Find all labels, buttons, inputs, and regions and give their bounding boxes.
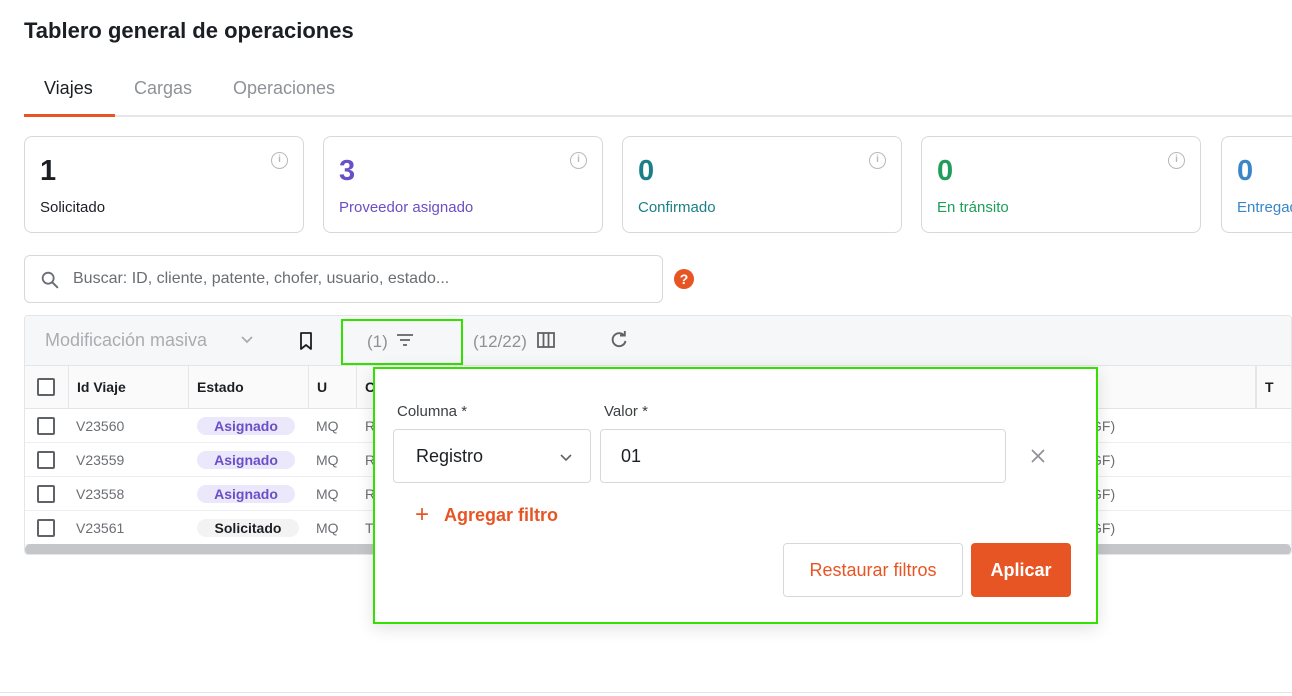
kpi-card-confirmado[interactable]: 0 Confirmado i bbox=[622, 136, 902, 233]
row-checkbox[interactable] bbox=[37, 451, 55, 469]
column-select[interactable]: Registro bbox=[393, 429, 591, 483]
active-tab-indicator bbox=[24, 114, 115, 117]
cell-u: MQ bbox=[316, 418, 339, 434]
filter-value-input[interactable] bbox=[600, 429, 1006, 483]
mass-edit-button[interactable]: Modificación masiva bbox=[45, 330, 207, 351]
reset-filters-button[interactable]: Restaurar filtros bbox=[783, 543, 963, 597]
row-checkbox[interactable] bbox=[37, 485, 55, 503]
kpi-value: 0 bbox=[638, 155, 655, 187]
columns-count[interactable]: (12/22) bbox=[473, 332, 527, 352]
kpi-label: En tránsito bbox=[937, 199, 1009, 216]
help-icon[interactable]: ? bbox=[674, 269, 694, 289]
cell-u: MQ bbox=[316, 486, 339, 502]
kpi-label: Solicitado bbox=[40, 199, 106, 216]
status-badge: Asignado bbox=[197, 417, 295, 435]
info-icon[interactable]: i bbox=[570, 152, 587, 169]
bookmark-icon[interactable] bbox=[297, 331, 315, 351]
plus-icon: + bbox=[415, 501, 430, 528]
kpi-label: Entregado bbox=[1237, 199, 1292, 216]
grid-toolbar: Modificación masiva (1) (12/22) bbox=[25, 316, 1291, 366]
column-header-estado[interactable]: Estado bbox=[189, 366, 309, 409]
kpi-label: Confirmado bbox=[638, 199, 716, 216]
filter-popover: Columna * Valor * Registro + Agregar fil… bbox=[373, 367, 1098, 624]
kpi-value: 1 bbox=[40, 155, 57, 187]
status-badge: Asignado bbox=[197, 485, 295, 503]
search-box bbox=[24, 255, 663, 303]
filter-count[interactable]: (1) bbox=[367, 332, 388, 352]
trip-id: V23559 bbox=[76, 452, 125, 468]
column-header-u[interactable]: U bbox=[309, 366, 357, 409]
columns-icon[interactable] bbox=[536, 331, 556, 349]
info-icon[interactable]: i bbox=[271, 152, 288, 169]
add-filter-label: Agregar filtro bbox=[444, 505, 559, 525]
kpi-value: 0 bbox=[937, 155, 954, 187]
page-title: Tablero general de operaciones bbox=[24, 18, 354, 43]
tab-cargas[interactable]: Cargas bbox=[134, 78, 192, 99]
chevron-down-icon[interactable] bbox=[239, 332, 255, 348]
select-all-checkbox[interactable] bbox=[37, 378, 55, 396]
kpi-label: Proveedor asignado bbox=[339, 199, 474, 216]
tab-operaciones[interactable]: Operaciones bbox=[233, 78, 335, 99]
divider bbox=[0, 692, 1292, 693]
column-select-value: Registro bbox=[416, 446, 484, 466]
status-badge: Solicitado bbox=[197, 519, 299, 537]
kpi-value: 0 bbox=[1237, 155, 1254, 187]
row-checkbox[interactable] bbox=[37, 519, 55, 537]
select-all-cell bbox=[25, 366, 69, 409]
status-badge: Asignado bbox=[197, 451, 295, 469]
row-checkbox[interactable] bbox=[37, 417, 55, 435]
kpi-card-en-transito[interactable]: 0 En tránsito i bbox=[921, 136, 1201, 233]
chevron-down-icon bbox=[560, 454, 572, 462]
column-label: Columna * bbox=[397, 403, 468, 420]
trip-id: V23560 bbox=[76, 418, 125, 434]
cell-u: MQ bbox=[316, 520, 339, 536]
value-label: Valor * bbox=[604, 403, 648, 420]
filter-icon[interactable] bbox=[396, 332, 414, 348]
search-icon bbox=[41, 271, 59, 289]
refresh-icon[interactable] bbox=[609, 330, 629, 350]
kpi-card-entregado[interactable]: 0 Entregado bbox=[1221, 136, 1292, 233]
apply-button[interactable]: Aplicar bbox=[971, 543, 1071, 597]
trip-id: V23561 bbox=[76, 520, 125, 536]
kpi-card-proveedor-asignado[interactable]: 3 Proveedor asignado i bbox=[323, 136, 603, 233]
kpi-card-solicitado[interactable]: 1 Solicitado i bbox=[24, 136, 304, 233]
search-input[interactable] bbox=[73, 266, 643, 292]
trip-id: V23558 bbox=[76, 486, 125, 502]
column-header-t[interactable]: T bbox=[1256, 366, 1291, 409]
tab-viajes[interactable]: Viajes bbox=[44, 78, 93, 99]
info-icon[interactable]: i bbox=[1168, 152, 1185, 169]
cell-u: MQ bbox=[316, 452, 339, 468]
kpi-value: 3 bbox=[339, 155, 356, 187]
info-icon[interactable]: i bbox=[869, 152, 886, 169]
tabs: Viajes Cargas Operaciones bbox=[24, 70, 1292, 117]
column-header-id[interactable]: Id Viaje bbox=[69, 366, 189, 409]
close-icon[interactable] bbox=[1029, 447, 1047, 465]
